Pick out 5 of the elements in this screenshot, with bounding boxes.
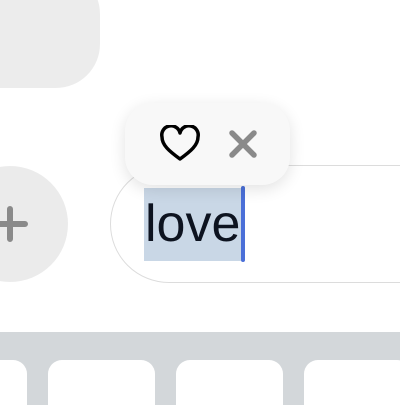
close-icon[interactable] xyxy=(228,130,256,158)
message-field[interactable]: love xyxy=(110,165,400,283)
field-text: love xyxy=(144,188,242,260)
heart-icon[interactable] xyxy=(158,125,200,163)
plus-icon xyxy=(0,206,28,242)
